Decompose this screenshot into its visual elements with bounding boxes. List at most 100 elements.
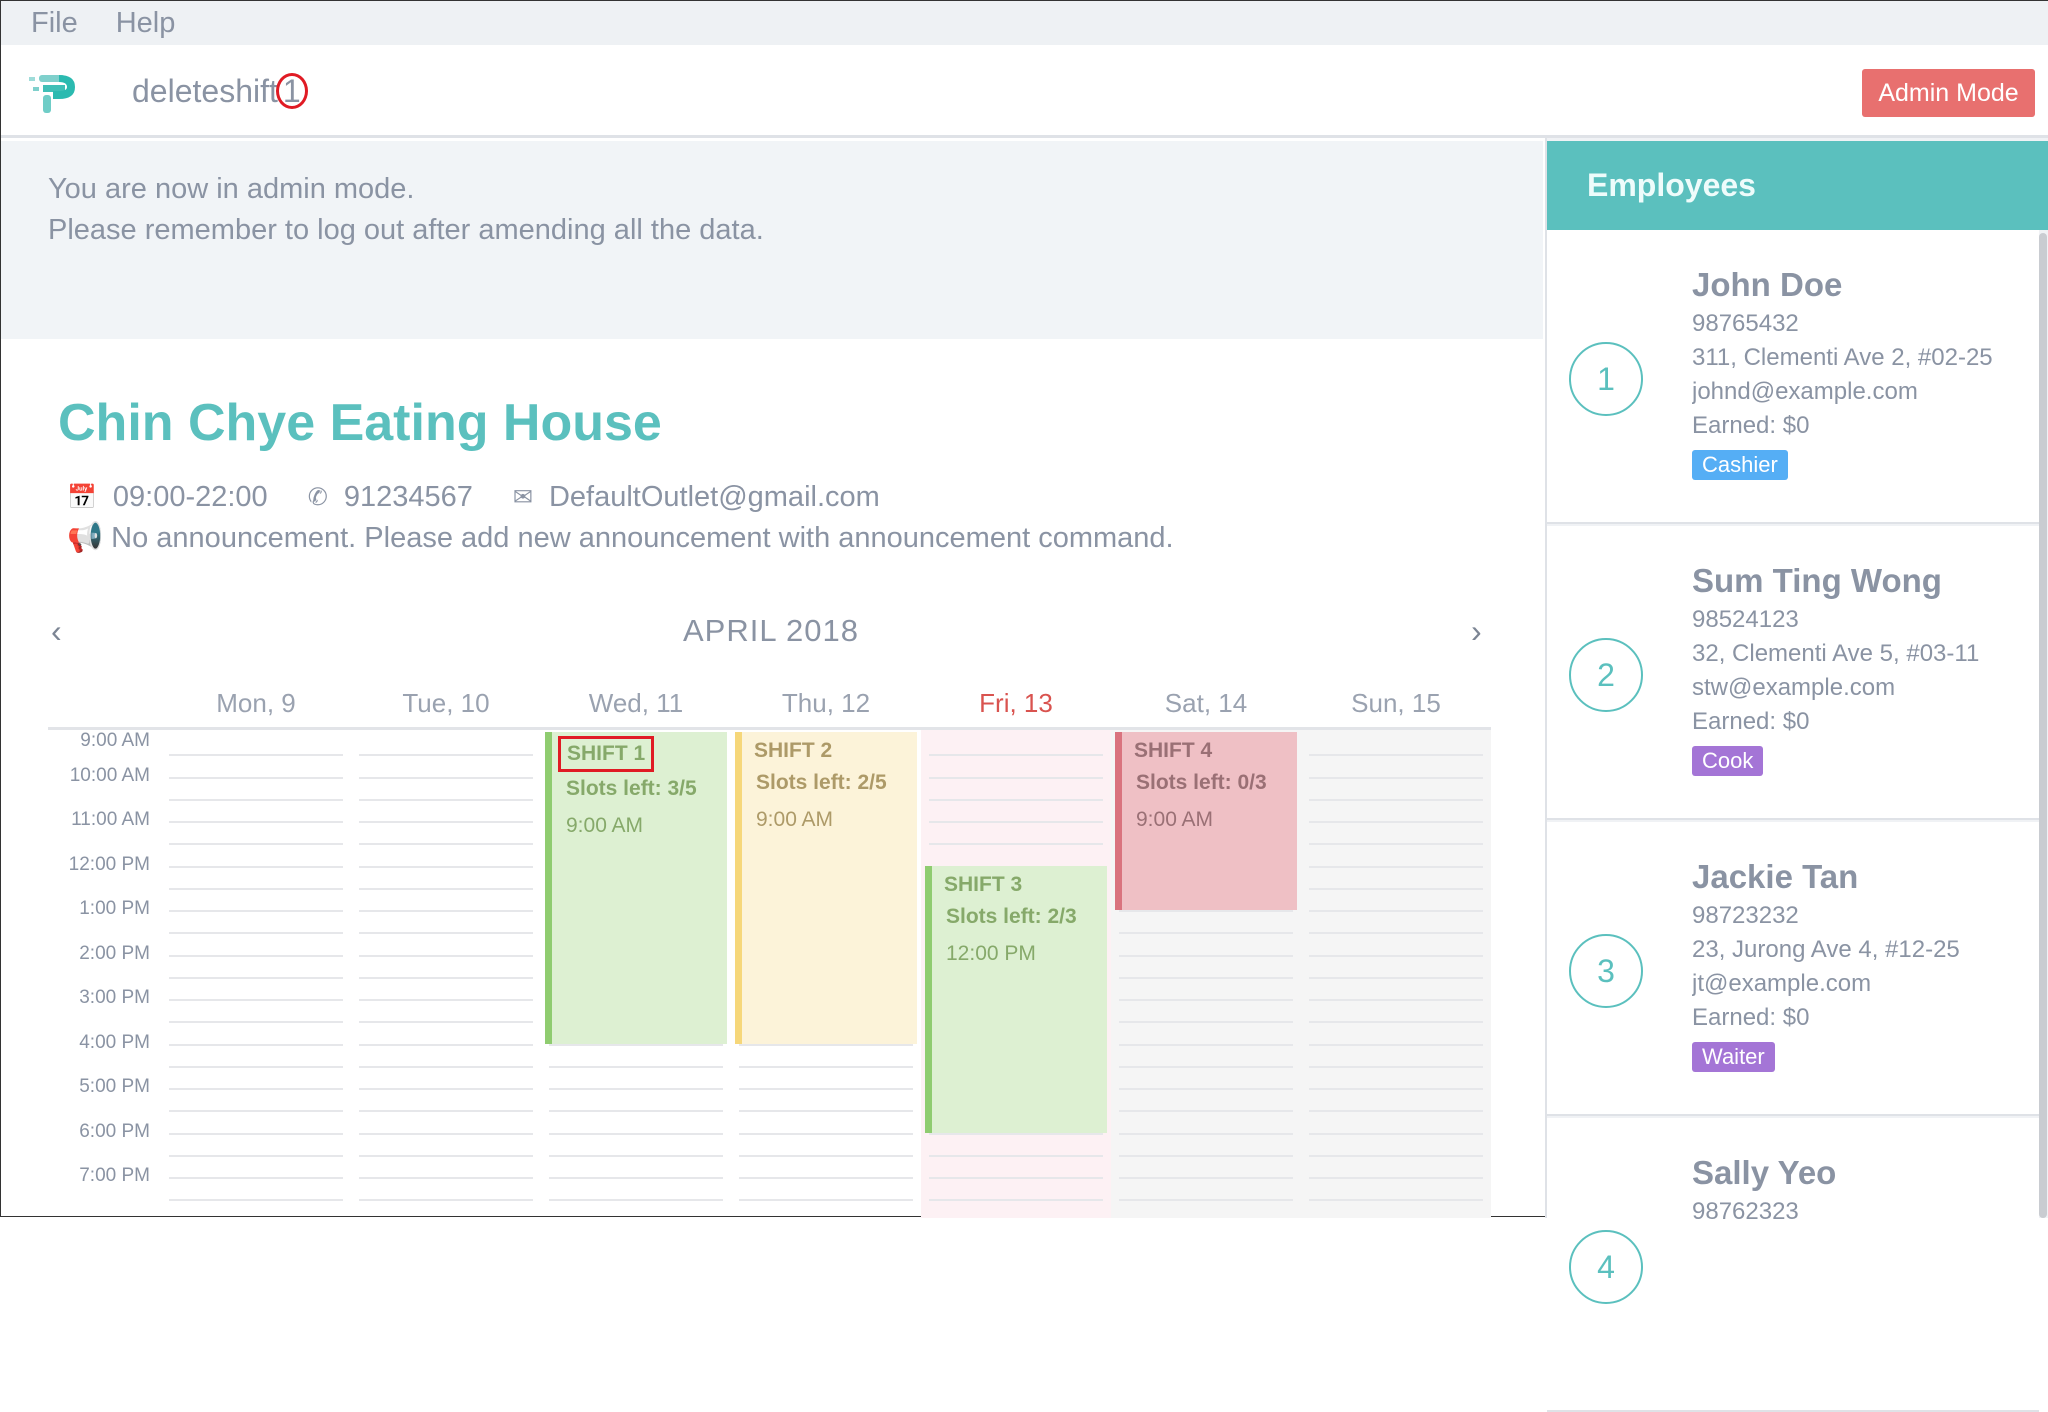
grid-line	[1309, 954, 1483, 957]
employee-card[interactable]: 4 Sally Yeo 98762323	[1547, 1118, 2039, 1412]
grid-line	[169, 1132, 343, 1135]
outlet-info: 📅 09:00-22:00 ✆ 91234567 ✉ DefaultOutlet@gm…	[67, 481, 880, 514]
grid-line	[1309, 1154, 1483, 1157]
employee-card[interactable]: 1 John Doe 98765432 311, Clementi Ave 2, #0…	[1547, 230, 2039, 524]
grid-line	[1119, 1088, 1293, 1090]
grid-line	[359, 1132, 533, 1135]
grid-line	[359, 1110, 533, 1113]
grid-line	[1119, 1110, 1293, 1113]
grid-line	[359, 821, 533, 823]
shift-slots: Slots left: 3/5	[566, 777, 697, 800]
grid-line	[1119, 1154, 1293, 1157]
employee-earned: Earned: $0	[1692, 708, 1810, 735]
employee-name: Sally Yeo	[1692, 1154, 1837, 1191]
result-display: You are now in admin mode. Please rememb…	[1, 141, 1543, 339]
employee-name: Jackie Tan	[1692, 858, 1859, 895]
time-label: 2:00 PM	[79, 942, 150, 964]
role-badge: Cook	[1692, 746, 1764, 776]
menu-help[interactable]: Help	[116, 7, 176, 40]
grid-line	[169, 1154, 343, 1157]
time-label: 12:00 PM	[68, 853, 150, 875]
grid-line	[1119, 976, 1293, 979]
phone-icon: ✆	[307, 484, 328, 511]
grid-line	[1309, 1065, 1483, 1068]
grid-line	[1309, 1177, 1483, 1179]
shift-slots: Slots left: 2/5	[756, 771, 887, 794]
employee-phone: 98723232	[1692, 902, 1799, 929]
employee-address: 23, Jurong Ave 4, #12-25	[1692, 936, 1960, 963]
annotation-circle: 1	[275, 73, 308, 109]
grid-line	[739, 1043, 913, 1046]
grid-line	[1309, 976, 1483, 979]
shift-slots: Slots left: 0/3	[1136, 771, 1267, 794]
employee-card[interactable]: 3 Jackie Tan 98723232 23, Jurong Ave 4, #12…	[1547, 822, 2039, 1116]
command-input[interactable]: deleteshift 1	[132, 73, 308, 110]
grid-line	[169, 1065, 343, 1068]
grid-line	[359, 843, 533, 846]
employee-index: 4	[1569, 1230, 1643, 1304]
day-header: Tue, 10	[402, 688, 490, 718]
time-label: 10:00 AM	[69, 764, 150, 786]
grid-line	[739, 1199, 913, 1202]
employee-phone: 98765432	[1692, 310, 1799, 337]
day-header: Sun, 15	[1351, 688, 1441, 718]
grid-line	[739, 1110, 913, 1113]
grid-line	[1309, 910, 1483, 912]
envelope-icon: ✉	[512, 484, 533, 511]
grid-line	[549, 1154, 723, 1157]
grid-line	[549, 1177, 723, 1179]
grid-line	[359, 1043, 533, 1046]
day-column[interactable]	[1301, 730, 1491, 1218]
grid-line	[169, 1110, 343, 1113]
shift-title: SHIFT 2	[754, 739, 833, 762]
day-header: Wed, 11	[588, 688, 684, 718]
next-week-button[interactable]: ›	[1471, 613, 1482, 650]
employee-address: 311, Clementi Ave 2, #02-25	[1692, 344, 1993, 371]
employee-name: Sum Ting Wong	[1692, 562, 1942, 599]
grid-line	[1119, 910, 1293, 912]
employee-card[interactable]: 2 Sum Ting Wong 98524123 32, Clementi Ave 5…	[1547, 526, 2039, 820]
grid-line	[169, 843, 343, 846]
grid-line	[1309, 1132, 1483, 1135]
shift-time: 12:00 PM	[946, 941, 1036, 965]
scrollbar[interactable]	[2039, 233, 2047, 1218]
time-label: 4:00 PM	[79, 1031, 150, 1053]
shift-event[interactable]: SHIFT 4 Slots left: 0/3 9:00 AM	[1115, 732, 1297, 910]
grid-line	[359, 776, 533, 779]
employee-phone: 98762323	[1692, 1198, 1799, 1225]
grid-line	[359, 910, 533, 912]
grid-line	[1309, 865, 1483, 868]
shift-event[interactable]: SHIFT 2 Slots left: 2/5 9:00 AM	[735, 732, 917, 1044]
shift-event[interactable]: SHIFT 3 Slots left: 2/3 12:00 PM	[925, 865, 1107, 1133]
time-label: 6:00 PM	[79, 1120, 150, 1142]
employee-earned: Earned: $0	[1692, 1004, 1810, 1031]
day-column[interactable]	[161, 730, 351, 1218]
grid-line	[1309, 887, 1483, 890]
admin-mode-button[interactable]: Admin Mode	[1862, 69, 2035, 117]
calendar-month: APRIL 2018	[682, 613, 860, 648]
menu-file[interactable]: File	[31, 7, 78, 40]
grid-line	[739, 1154, 913, 1157]
grid-line	[359, 999, 533, 1001]
notice-line: You are now in admin mode.	[48, 173, 415, 205]
day-column[interactable]	[351, 730, 541, 1218]
grid-line	[359, 1021, 533, 1024]
grid-line	[169, 754, 343, 757]
notice-line: Please remember to log out after amendin…	[48, 214, 764, 246]
outlet-phone: 91234567	[343, 481, 473, 513]
time-label: 1:00 PM	[79, 898, 150, 919]
grid-line	[359, 954, 533, 957]
calendar-icon: 📅	[67, 484, 97, 511]
day-header: Sat, 14	[1164, 688, 1248, 718]
employee-panel-title: Employees	[1547, 141, 2048, 230]
time-label: 9:00 AM	[80, 730, 150, 751]
grid-line	[169, 1043, 343, 1046]
grid-line	[1119, 1199, 1293, 1202]
day-header: Thu, 12	[781, 688, 871, 718]
grid-line	[359, 976, 533, 979]
grid-line	[929, 821, 1103, 823]
shift-event[interactable]: SHIFT 1 Slots left: 3/5 9:00 AM	[545, 732, 727, 1044]
grid-line	[1309, 932, 1483, 935]
grid-line	[169, 1177, 343, 1179]
outlet-email: DefaultOutlet@gmail.com	[548, 481, 880, 513]
